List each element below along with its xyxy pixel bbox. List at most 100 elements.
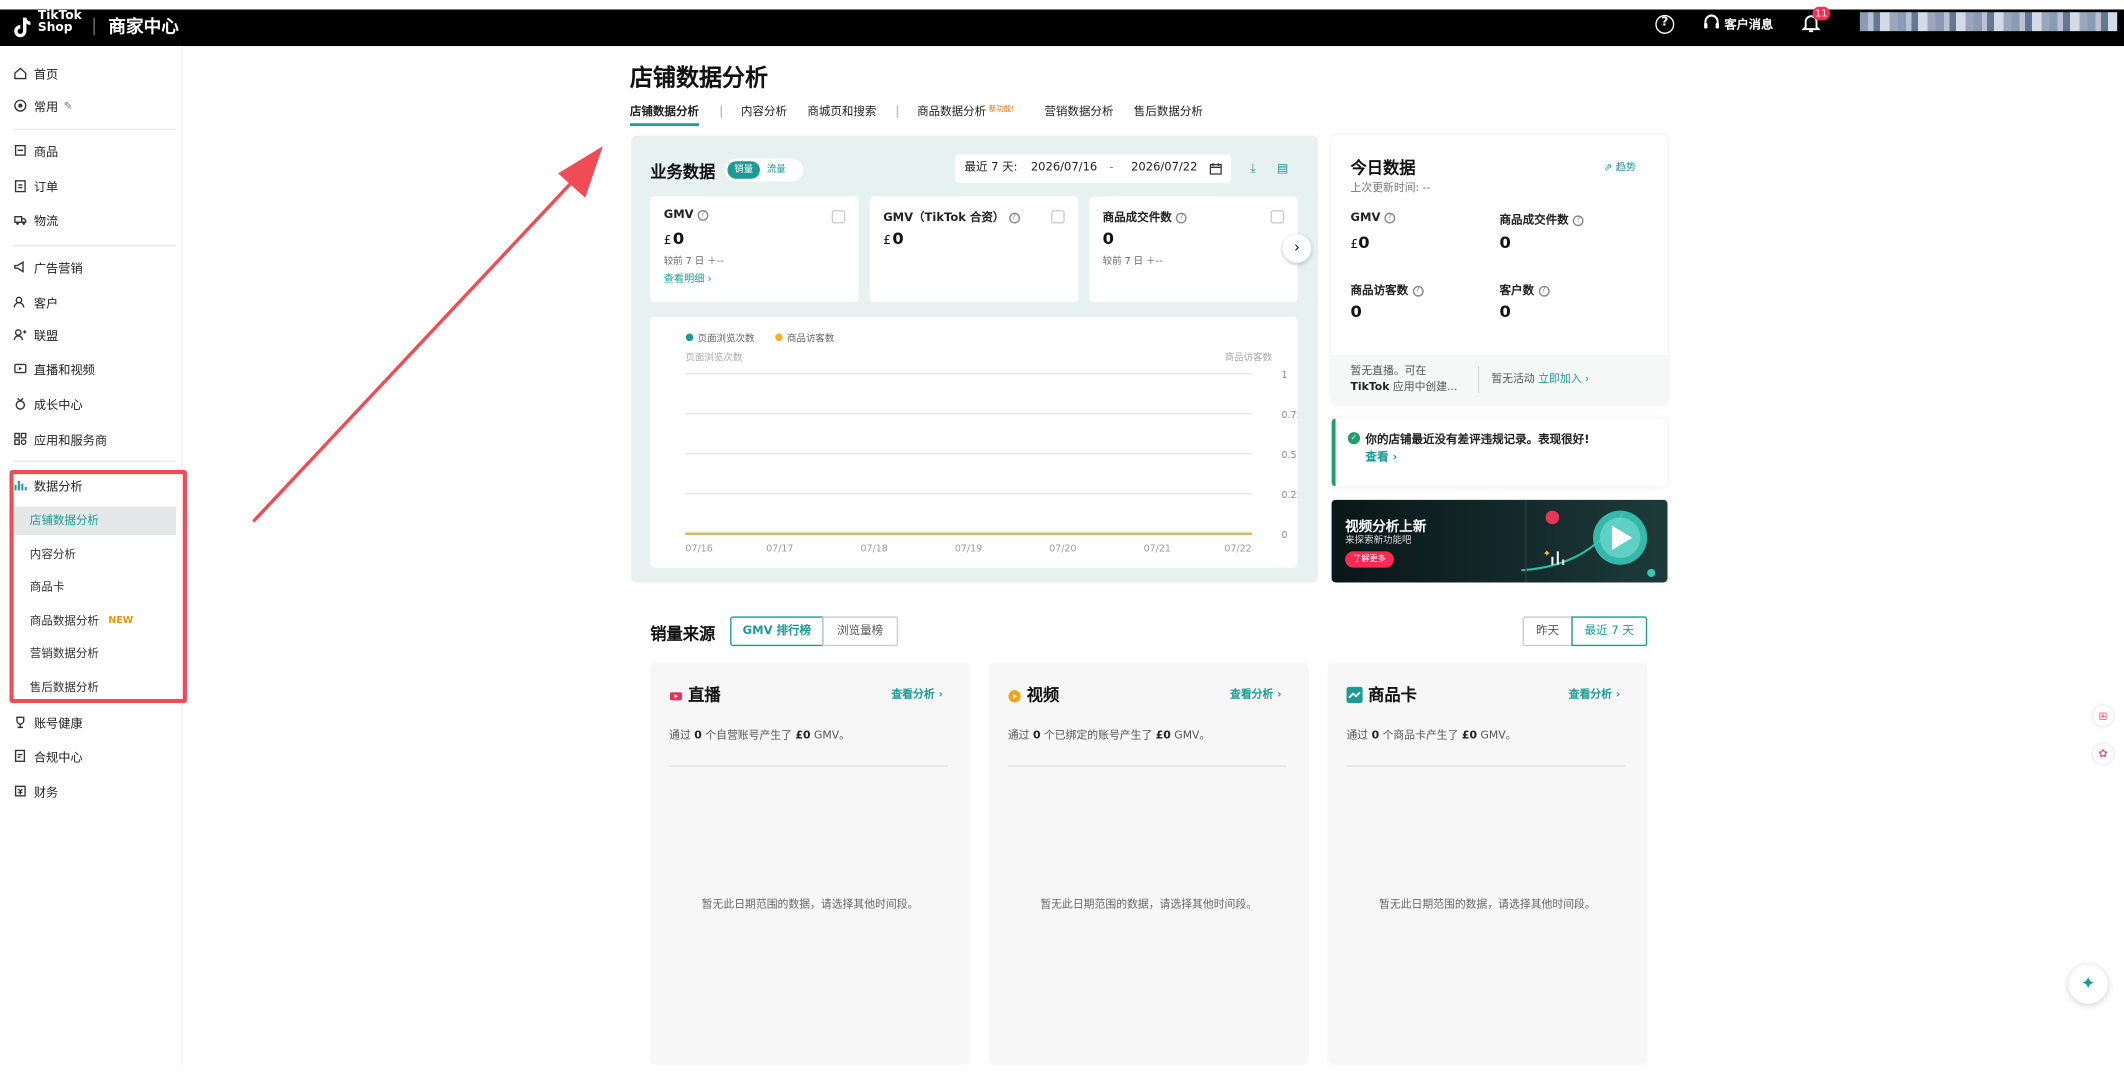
metric-checkbox[interactable] xyxy=(831,209,846,224)
card-divider xyxy=(1007,765,1287,767)
alert-view-link[interactable]: 查看 › xyxy=(1365,448,1397,465)
megaphone-icon xyxy=(14,260,28,274)
sidebar-item-label: 成长中心 xyxy=(33,398,83,413)
help-icon[interactable]: ? xyxy=(697,209,709,221)
view-analysis-link[interactable]: 查看分析 › xyxy=(1569,687,1621,702)
metric-value: 0 xyxy=(1102,228,1114,248)
tab-label: 商品数据分析 xyxy=(917,105,987,120)
metric-checkbox[interactable] xyxy=(1270,209,1285,224)
customer-messages-link[interactable]: 客户消息 xyxy=(1724,15,1773,33)
sidebar-item-growth[interactable]: 成长中心 xyxy=(14,391,83,415)
help-icon[interactable]: ? xyxy=(1412,285,1424,296)
legend-label: 商品访客数 xyxy=(787,332,835,344)
tab-marketing-analytics[interactable]: 营销数据分析 xyxy=(1044,103,1113,120)
sidebar-item-label: 常用 xyxy=(33,100,59,115)
y-axis-label-right: 商品访客数 xyxy=(1225,351,1273,363)
sidebar-item-label: 客户 xyxy=(33,297,59,311)
live-status-text: 暂无直播。可在 TikTok 应用中创建... xyxy=(1350,364,1458,393)
legend-marker xyxy=(685,333,694,342)
toggle-sales[interactable]: 销量 xyxy=(727,161,760,179)
start-date[interactable]: 2026/07/16 xyxy=(1031,154,1097,182)
metrics-next-button[interactable]: › xyxy=(1282,234,1312,263)
tab-after-sales-analytics[interactable]: 售后数据分析 xyxy=(1134,103,1203,120)
sidebar-item-account-health[interactable]: 账号健康 xyxy=(14,710,83,734)
help-icon[interactable]: ? xyxy=(1538,285,1550,296)
metric-card-gmv-tiktok[interactable]: GMV（TikTok 合资）? £0 xyxy=(869,196,1079,303)
calendar-icon[interactable] xyxy=(1209,163,1222,175)
learn-more-button[interactable]: 了解更多 xyxy=(1345,551,1394,568)
end-date[interactable]: 2026/07/22 xyxy=(1131,154,1197,182)
view-analysis-link[interactable]: 查看分析 › xyxy=(891,687,943,702)
edit-icon[interactable]: ✎ xyxy=(64,100,73,112)
sidebar-item-finance[interactable]: 财务 xyxy=(14,779,58,803)
source-description: 通过 0 个商品卡产生了 £0 GMV。 xyxy=(1346,728,1517,741)
tab-mall-search[interactable]: 商城页和搜索 xyxy=(807,103,876,120)
join-now-link[interactable]: 立即加入 › xyxy=(1538,373,1589,385)
help-icon[interactable]: ? xyxy=(1008,211,1020,223)
sidebar-item-apps[interactable]: 应用和服务商 xyxy=(14,427,107,451)
sidebar-item-logistics[interactable]: 物流 xyxy=(14,207,59,231)
date-range-picker[interactable]: 最近 7 天: 2026/07/16 - 2026/07/22 xyxy=(954,154,1232,183)
floating-apps-icon[interactable]: ⊞ xyxy=(2092,705,2114,727)
sidebar-item-live-video[interactable]: 直播和视频 xyxy=(14,356,95,380)
customers-icon xyxy=(13,295,28,309)
traffic-line-chart: 页面浏览次数商品访客数页面浏览次数商品访客数10.750.50.25007/16… xyxy=(650,316,1303,568)
range-last-7-days-button[interactable]: 最近 7 天 xyxy=(1571,616,1648,647)
tab-divider xyxy=(720,105,723,118)
sidebar-item-label: 物流 xyxy=(33,214,59,229)
help-icon[interactable]: ? xyxy=(1175,211,1187,223)
sidebar-item-orders[interactable]: 订单 xyxy=(14,173,59,197)
view-details-link[interactable]: 查看明细 › xyxy=(664,271,712,286)
sales-traffic-toggle[interactable]: 销量 流量 xyxy=(724,158,804,182)
date-separator: - xyxy=(1109,161,1114,175)
range-yesterday-button[interactable]: 昨天 xyxy=(1522,616,1573,647)
metric-card-items-sold[interactable]: 商品成交件数? 0 较前 7 日 ＋-- xyxy=(1089,196,1298,303)
sidebar-item-ads[interactable]: 广告营销 xyxy=(14,255,83,279)
svg-text:✦: ✦ xyxy=(1543,549,1551,560)
metric-checkbox[interactable] xyxy=(1051,209,1065,224)
brand-logo[interactable]: TikTok Shop xyxy=(38,10,82,35)
views-ranking-tab[interactable]: 浏览量榜 xyxy=(822,616,899,647)
sidebar-item-label: 订单 xyxy=(33,180,59,195)
floating-assistant-icon[interactable]: ✿ xyxy=(2092,743,2114,764)
tab-divider xyxy=(896,105,899,118)
metric-compare: 较前 7 日 ＋-- xyxy=(663,256,724,267)
sidebar-item-products[interactable]: 商品 xyxy=(14,138,58,162)
sidebar-divider xyxy=(13,460,177,462)
play-illustration-icon: ✦ xyxy=(1521,499,1656,583)
trend-link[interactable]: ⇗ 趋势 xyxy=(1604,160,1636,175)
tab-shop-analytics[interactable]: 店铺数据分析 xyxy=(630,103,699,120)
metric-value: £0 xyxy=(663,228,685,248)
help-icon[interactable]: ? xyxy=(1572,214,1584,226)
medal-icon xyxy=(14,397,28,411)
toggle-traffic[interactable]: 流量 xyxy=(767,161,786,179)
y-tick-label: 0.5 xyxy=(1281,450,1296,461)
sidebar-item-affiliate[interactable]: 联盟 xyxy=(13,322,58,346)
sidebar-item-compliance[interactable]: 合规中心 xyxy=(14,744,83,768)
help-icon[interactable]: ? xyxy=(1655,14,1675,34)
account-avatar[interactable] xyxy=(1859,12,2118,32)
export-report-icon[interactable]: ▤ xyxy=(1276,163,1290,177)
gmv-ranking-tab[interactable]: GMV 排行榜 xyxy=(730,616,824,647)
sidebar-item-frequent[interactable]: 常用 ✎ xyxy=(14,93,73,117)
sidebar-item-customers[interactable]: 客户 xyxy=(13,290,59,314)
sidebar-item-home[interactable]: 首页 xyxy=(14,61,59,85)
annotation-highlight-box xyxy=(9,470,187,704)
x-tick-label: 07/16 xyxy=(685,543,712,554)
tab-content-analytics[interactable]: 内容分析 xyxy=(741,103,787,120)
headset-icon[interactable] xyxy=(1703,14,1721,32)
metric-label: GMV（TikTok 合资）? xyxy=(883,209,1020,225)
live-icon xyxy=(669,692,683,701)
tiktok-logo-icon[interactable] xyxy=(12,16,31,38)
source-card-video: 视频 查看分析 › 通过 0 个已绑定的账号产生了 £0 GMV。 暂无此日期范… xyxy=(988,662,1309,1065)
sidebar-item-label: 首页 xyxy=(33,68,59,82)
tab-product-analytics[interactable]: 商品数据分析 新功能! xyxy=(917,103,1014,120)
ai-sparkle-icon[interactable]: ✦ xyxy=(2068,964,2108,1004)
help-icon[interactable]: ? xyxy=(1384,211,1396,223)
legend-label: 页面浏览次数 xyxy=(698,332,755,344)
download-icon[interactable]: ⤓ xyxy=(1246,163,1260,177)
video-analytics-banner[interactable]: 视频分析上新 来探索新功能吧 了解更多 ✦ xyxy=(1331,499,1668,583)
metric-card-gmv[interactable]: GMV? £0 较前 7 日 ＋-- 查看明细 › xyxy=(650,196,859,303)
today-label-customers: 客户数? xyxy=(1500,282,1550,298)
view-analysis-link[interactable]: 查看分析 › xyxy=(1230,687,1282,702)
